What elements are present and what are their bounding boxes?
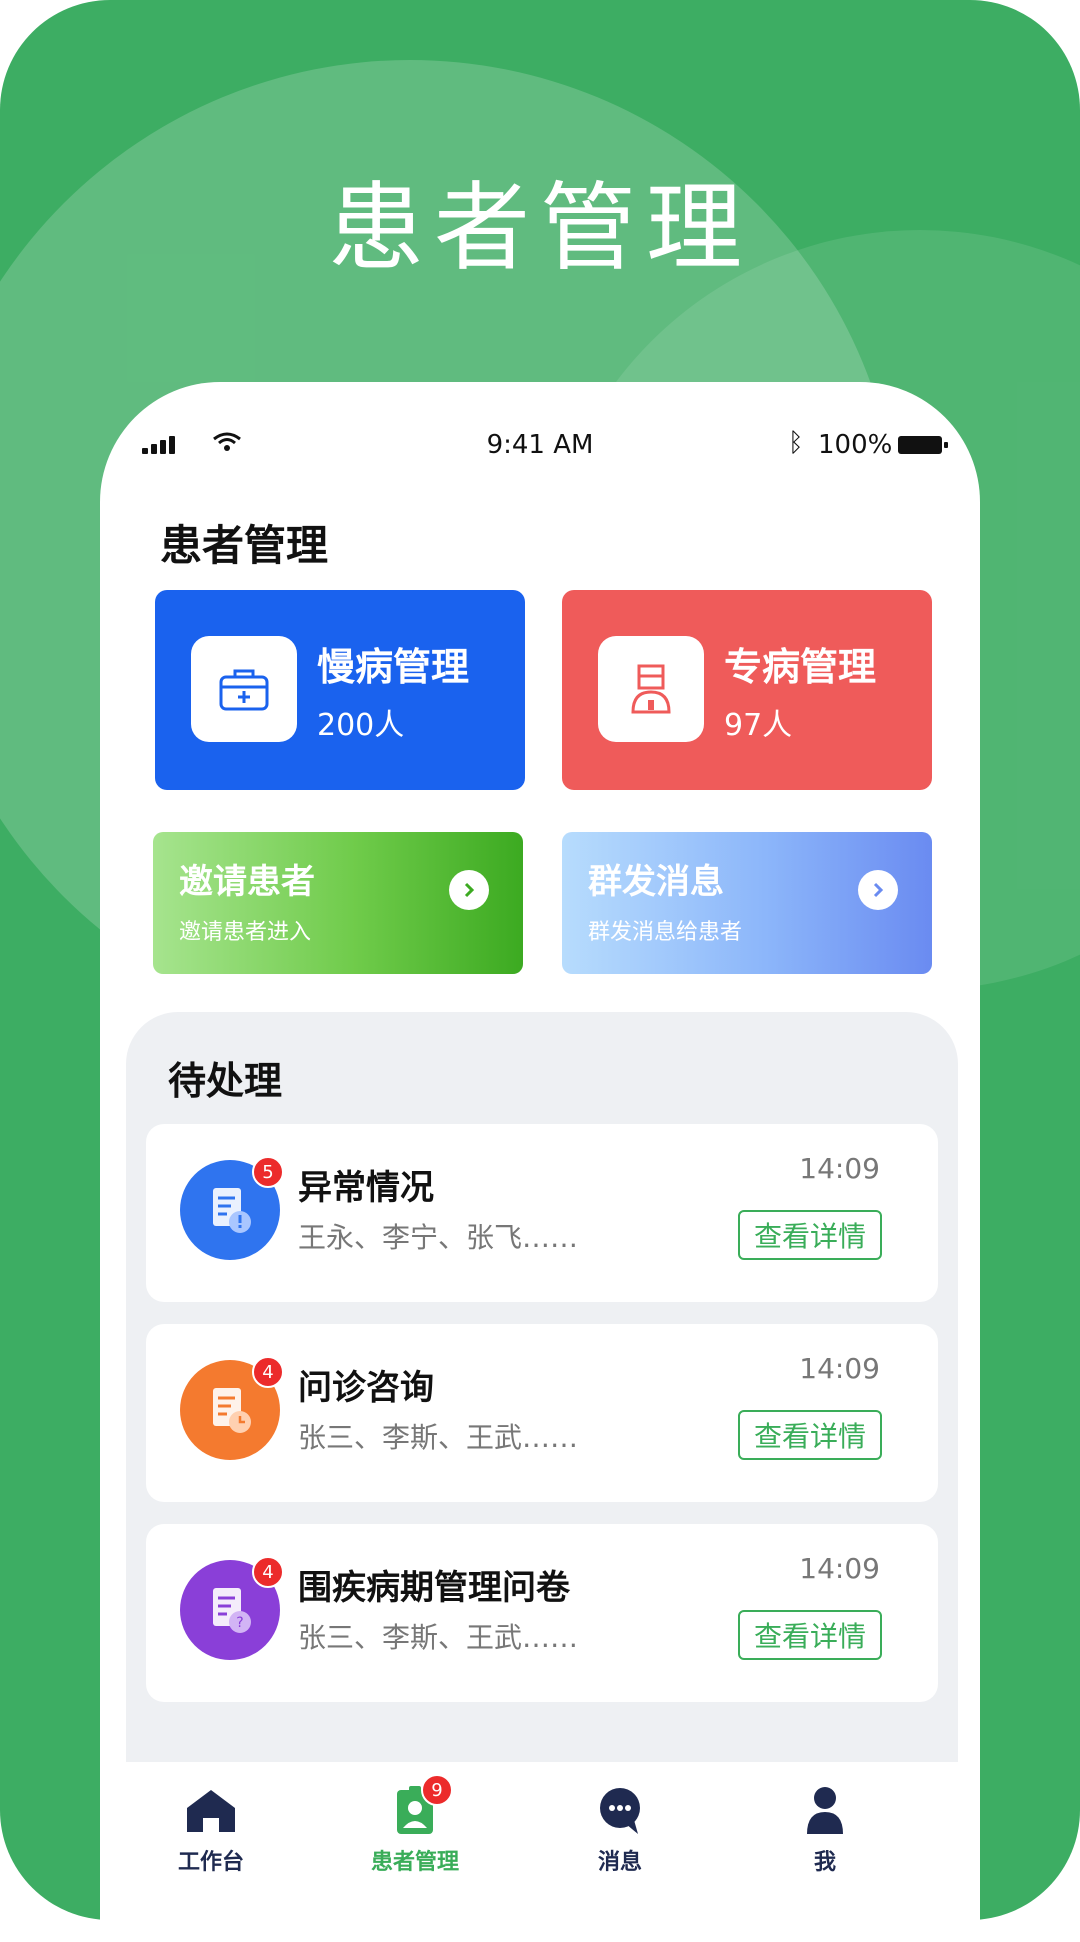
pending-item-consultation[interactable]: 4 问诊咨询 张三、李斯、王武…… 14:09 查看详情 <box>146 1324 938 1502</box>
message-icon <box>590 1784 650 1836</box>
pending-title: 待处理 <box>168 1059 283 1103</box>
task-time: 14:09 <box>799 1352 880 1385</box>
action-title: 群发消息 <box>588 862 724 902</box>
pending-item-abnormal[interactable]: 5 异常情况 王永、李宁、张飞…… 14:09 查看详情 <box>146 1124 938 1302</box>
card-title: 慢病管理 <box>317 645 470 689</box>
action-subtitle: 邀请患者进入 <box>179 920 312 945</box>
tab-label: 我 <box>813 1850 836 1875</box>
status-bar: 9:41 AM ᛒ 100% <box>100 382 980 482</box>
task-title: 围疾病期管理问卷 <box>298 1568 570 1608</box>
svg-text:?: ? <box>236 1615 243 1631</box>
invite-patient-button[interactable]: 邀请患者 邀请患者进入 <box>153 832 523 974</box>
unread-badge: 5 <box>252 1156 284 1188</box>
card-title: 专病管理 <box>724 645 877 689</box>
task-time: 14:09 <box>799 1152 880 1185</box>
tab-bar: 工作台 9 患者管理 消息 我 <box>100 1762 980 1942</box>
card-count: 97人 <box>724 708 793 743</box>
action-subtitle: 群发消息给患者 <box>588 920 743 945</box>
hero-title: 患者管理 <box>328 172 752 284</box>
tab-me[interactable]: 我 <box>750 1784 900 1876</box>
tab-label: 消息 <box>597 1850 642 1875</box>
phone-frame: 9:41 AM ᛒ 100% 患者管理 慢病管理 200人 专病管理 97人 邀… <box>100 382 980 1942</box>
task-title: 问诊咨询 <box>298 1368 434 1408</box>
patient-icon <box>598 636 704 742</box>
view-details-button[interactable]: 查看详情 <box>738 1610 882 1660</box>
bluetooth-icon: ᛒ <box>788 428 804 458</box>
pending-item-questionnaire[interactable]: ? 4 围疾病期管理问卷 张三、李斯、王武…… 14:09 查看详情 <box>146 1524 938 1702</box>
tab-label: 工作台 <box>177 1850 244 1875</box>
view-details-button[interactable]: 查看详情 <box>738 1210 882 1260</box>
chevron-right-icon <box>858 870 898 910</box>
task-time: 14:09 <box>799 1552 880 1585</box>
card-count: 200人 <box>317 708 405 743</box>
task-names: 王永、李宁、张飞…… <box>298 1221 579 1254</box>
action-title: 邀请患者 <box>179 862 315 902</box>
chronic-disease-card[interactable]: 慢病管理 200人 <box>155 590 525 790</box>
tab-messages[interactable]: 消息 <box>545 1784 695 1876</box>
tab-patient-management[interactable]: 9 患者管理 <box>340 1774 490 1876</box>
view-details-button[interactable]: 查看详情 <box>738 1410 882 1460</box>
tab-workbench[interactable]: 工作台 <box>136 1784 286 1876</box>
task-title: 异常情况 <box>298 1168 434 1208</box>
battery-percent: 100% <box>818 430 893 460</box>
page-title: 患者管理 <box>160 521 329 570</box>
task-names: 张三、李斯、王武…… <box>298 1621 579 1654</box>
task-names: 张三、李斯、王武…… <box>298 1421 579 1454</box>
tab-badge: 9 <box>421 1774 453 1806</box>
battery-icon <box>898 436 948 454</box>
unread-badge: 4 <box>252 1556 284 1588</box>
medical-kit-icon <box>191 636 297 742</box>
chevron-right-icon <box>449 870 489 910</box>
patient-badge-icon: 9 <box>385 1774 453 1836</box>
user-icon <box>795 1784 855 1836</box>
unread-badge: 4 <box>252 1356 284 1388</box>
tab-label: 患者管理 <box>370 1850 459 1875</box>
group-message-button[interactable]: 群发消息 群发消息给患者 <box>562 832 932 974</box>
special-disease-card[interactable]: 专病管理 97人 <box>562 590 932 790</box>
home-icon <box>181 1784 241 1836</box>
